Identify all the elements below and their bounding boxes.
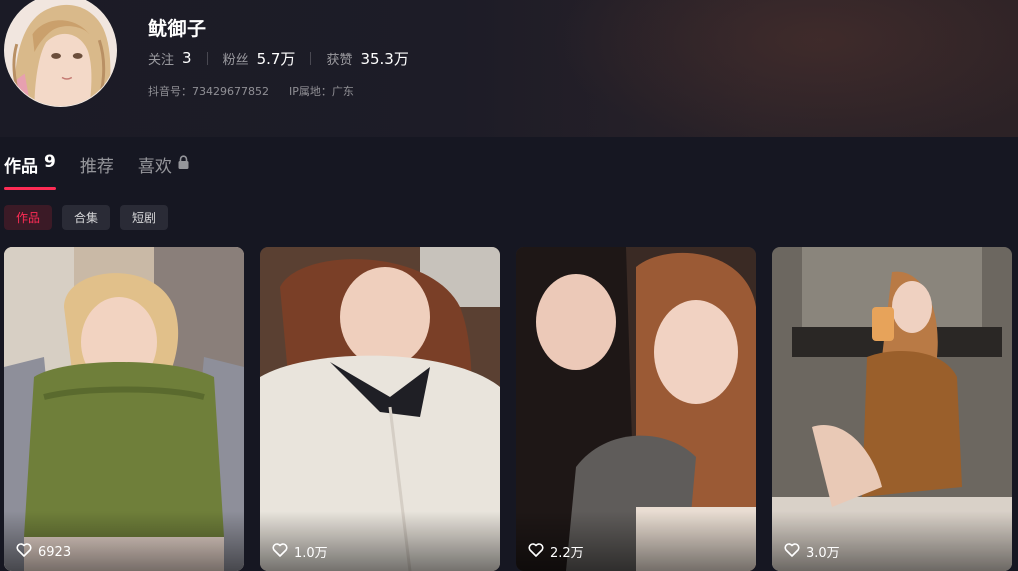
avatar-illustration [5, 0, 116, 106]
tab-label: 作品 [4, 157, 38, 177]
chip-short-dramas[interactable]: 短剧 [120, 205, 169, 230]
heart-icon [272, 542, 288, 561]
stat-value: 35.3万 [360, 49, 409, 68]
tab-label: 喜欢 [137, 157, 172, 177]
stat-label: 获赞 [326, 52, 353, 68]
tab-count: 9 [44, 152, 56, 172]
filter-chips: 作品 合集 短剧 [4, 205, 178, 230]
tab-works[interactable]: 作品 9 [4, 152, 56, 190]
like-count-value: 3.0万 [806, 546, 840, 561]
stat-label: 粉丝 [222, 52, 249, 68]
douyin-id: 抖音号：73429677852 [148, 85, 269, 98]
stat-value: 3 [182, 49, 192, 67]
stat-likes: 获赞 35.3万 [326, 48, 408, 69]
video-card[interactable]: 6923 [4, 247, 244, 571]
profile-header: 鱿御子 关注 3 粉丝 5.7万 获赞 35.3万 抖音号：7342967785… [0, 0, 1018, 137]
like-count-value: 6923 [38, 544, 72, 560]
tab-liked[interactable]: 喜欢 [138, 152, 190, 190]
tab-recommend[interactable]: 推荐 [80, 152, 114, 190]
like-count-value: 1.0万 [294, 546, 328, 561]
tab-label: 推荐 [79, 157, 114, 177]
chip-works[interactable]: 作品 [4, 205, 53, 230]
stat-divider [206, 51, 208, 65]
profile-stats: 关注 3 粉丝 5.7万 获赞 35.3万 [148, 47, 409, 69]
stat-divider [310, 51, 312, 65]
video-card[interactable]: 3.0万 [772, 247, 1012, 571]
like-count-value: 2.2万 [550, 546, 584, 561]
like-count: 3.0万 [784, 542, 840, 561]
thumbnail-shade [260, 511, 500, 571]
video-grid: 6923 1.0万 2.2万 3.0万 [4, 247, 1012, 571]
stat-value: 5.7万 [256, 49, 296, 68]
video-card[interactable]: 2.2万 [516, 247, 756, 571]
stat-followers[interactable]: 粉丝 5.7万 [223, 48, 296, 69]
chip-collections[interactable]: 合集 [62, 205, 111, 230]
stat-label: 关注 [148, 52, 175, 68]
profile-meta: 抖音号：73429677852 IP属地：广东 [148, 83, 354, 99]
ip-location: IP属地：广东 [288, 85, 354, 98]
video-card[interactable]: 1.0万 [260, 247, 500, 571]
profile-nickname: 鱿御子 [148, 18, 207, 40]
thumbnail-shade [4, 511, 244, 571]
heart-icon [528, 542, 544, 561]
profile-tabs: 作品 9 推荐 喜欢 [4, 152, 214, 190]
like-count: 1.0万 [272, 542, 328, 561]
thumbnail-shade [516, 511, 756, 571]
like-count: 6923 [16, 543, 71, 561]
avatar[interactable] [4, 0, 117, 107]
lock-icon [177, 155, 190, 175]
thumbnail-shade [772, 511, 1012, 571]
heart-icon [16, 543, 32, 561]
profile-page: 鱿御子 关注 3 粉丝 5.7万 获赞 35.3万 抖音号：7342967785… [0, 0, 1018, 571]
like-count: 2.2万 [528, 542, 584, 561]
heart-icon [784, 542, 800, 561]
stat-following[interactable]: 关注 3 [148, 49, 192, 68]
